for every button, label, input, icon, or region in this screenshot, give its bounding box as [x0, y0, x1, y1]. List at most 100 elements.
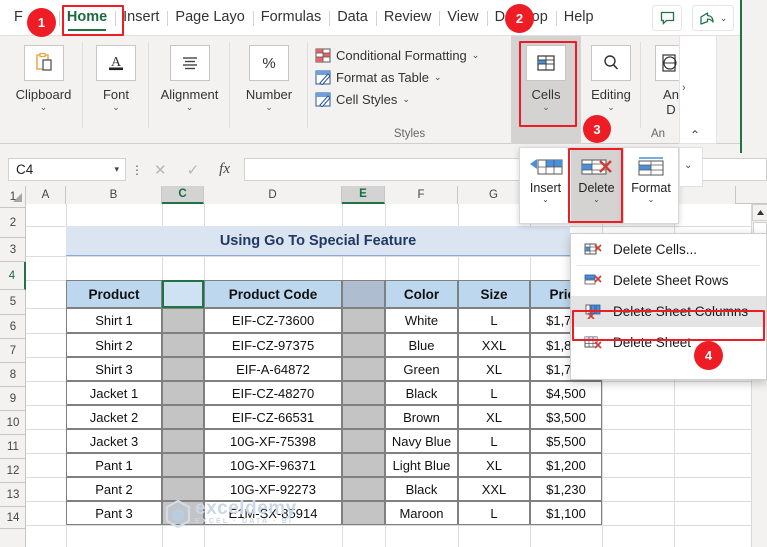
table-row[interactable]: XL: [458, 405, 530, 429]
insert-button[interactable]: Insert ⌄: [520, 148, 571, 223]
table-row[interactable]: L: [458, 381, 530, 405]
table-row[interactable]: EIF-CZ-66531: [204, 405, 342, 429]
chevron-right-icon[interactable]: ›: [682, 82, 686, 94]
table-row[interactable]: [342, 333, 385, 357]
table-row[interactable]: EIF-CZ-73600: [204, 308, 342, 333]
table-row[interactable]: Black: [385, 381, 458, 405]
row-header-1[interactable]: 1: [0, 186, 26, 208]
tab-review[interactable]: Review: [376, 5, 440, 35]
row-header-3[interactable]: 3: [0, 238, 26, 262]
row-header-13[interactable]: 13: [0, 483, 26, 507]
editing-button[interactable]: Editing ⌄: [591, 36, 631, 112]
tab-insert[interactable]: Insert: [115, 5, 167, 35]
table-row[interactable]: XXL: [458, 477, 530, 501]
table-header-product[interactable]: Product: [66, 280, 162, 308]
row-header-6[interactable]: 6: [0, 315, 26, 339]
chevron-down-icon[interactable]: ⌄: [112, 103, 120, 112]
table-row[interactable]: [162, 308, 204, 333]
table-row[interactable]: [342, 429, 385, 453]
menu-item-delete-sheet-rows[interactable]: Delete Sheet Rows: [571, 265, 766, 296]
table-row[interactable]: EIF-CZ-97375: [204, 333, 342, 357]
column-header-c[interactable]: C: [162, 186, 204, 204]
table-row[interactable]: Pant 2: [66, 477, 162, 501]
fx-icon[interactable]: fx: [219, 161, 230, 178]
table-row[interactable]: E1M-SX-85914: [204, 501, 342, 525]
cell-styles-button[interactable]: Cell Styles ⌄: [314, 88, 479, 110]
table-row[interactable]: L: [458, 308, 530, 333]
row-header-10[interactable]: 10: [0, 411, 26, 435]
menu-item-delete-sheet[interactable]: Delete Sheet: [571, 327, 766, 358]
table-row[interactable]: [342, 405, 385, 429]
row-header-7[interactable]: 7: [0, 339, 26, 363]
table-row[interactable]: Shirt 3: [66, 357, 162, 381]
row-header-8[interactable]: 8: [0, 363, 26, 387]
ribbon-group-cells[interactable]: Cells ⌄: [511, 36, 581, 144]
format-as-table-button[interactable]: Format as Table ⌄: [314, 66, 479, 88]
chevron-down-icon[interactable]: ⌄: [648, 195, 655, 205]
table-row[interactable]: [342, 453, 385, 477]
table-row[interactable]: $1,200: [530, 453, 602, 477]
chevron-down-icon-flyout[interactable]: ⌄: [684, 160, 692, 171]
row-header-9[interactable]: 9: [0, 387, 26, 411]
table-row[interactable]: Pant 3: [66, 501, 162, 525]
table-row[interactable]: L: [458, 429, 530, 453]
check-icon[interactable]: ✓: [187, 161, 200, 179]
tab-help[interactable]: Help: [556, 5, 602, 35]
chevron-down-icon[interactable]: ⌄: [265, 103, 273, 112]
table-row[interactable]: Jacket 2: [66, 405, 162, 429]
tab-home[interactable]: Home: [59, 5, 115, 35]
chevron-down-icon[interactable]: ⌄: [542, 103, 550, 112]
format-button[interactable]: Format ⌄: [624, 148, 678, 205]
number-button[interactable]: % Number ⌄: [246, 36, 292, 112]
tab-formulas[interactable]: Formulas: [253, 5, 329, 35]
table-row[interactable]: XXL: [458, 333, 530, 357]
table-row[interactable]: $4,500: [530, 381, 602, 405]
row-header-2[interactable]: 2: [0, 208, 26, 238]
table-row[interactable]: [162, 501, 204, 525]
table-row[interactable]: Black: [385, 477, 458, 501]
column-header-a[interactable]: A: [26, 186, 66, 204]
table-row[interactable]: Blue: [385, 333, 458, 357]
clipboard-button[interactable]: Clipboard ⌄: [16, 36, 72, 112]
more-options-icon[interactable]: ⋮: [126, 163, 148, 177]
table-row[interactable]: XL: [458, 453, 530, 477]
chevron-down-icon[interactable]: ⌄: [186, 103, 194, 112]
column-header-d[interactable]: D: [204, 186, 342, 204]
column-header-f[interactable]: F: [385, 186, 458, 204]
table-row[interactable]: $3,500: [530, 405, 602, 429]
table-row[interactable]: White: [385, 308, 458, 333]
table-row[interactable]: [342, 357, 385, 381]
chevron-down-icon[interactable]: ⌄: [542, 195, 549, 205]
table-row[interactable]: L: [458, 501, 530, 525]
table-row[interactable]: [162, 381, 204, 405]
table-row[interactable]: [162, 477, 204, 501]
row-header-11[interactable]: 11: [0, 435, 26, 459]
table-row[interactable]: Shirt 1: [66, 308, 162, 333]
table-row[interactable]: 10G-XF-96371: [204, 453, 342, 477]
alignment-button[interactable]: Alignment ⌄: [161, 36, 219, 112]
table-row[interactable]: Brown: [385, 405, 458, 429]
table-row[interactable]: [162, 453, 204, 477]
table-row[interactable]: [342, 381, 385, 405]
table-row[interactable]: [162, 357, 204, 381]
table-row[interactable]: [162, 429, 204, 453]
comment-icon[interactable]: [652, 5, 682, 31]
table-header-product-code[interactable]: Product Code: [204, 280, 342, 308]
table-row[interactable]: Light Blue: [385, 453, 458, 477]
row-header-4[interactable]: 4: [0, 262, 26, 290]
table-row[interactable]: [162, 333, 204, 357]
active-cell-c4[interactable]: [162, 280, 204, 308]
row-header-12[interactable]: 12: [0, 459, 26, 483]
table-row[interactable]: Navy Blue: [385, 429, 458, 453]
table-header-color[interactable]: Color: [385, 280, 458, 308]
table-row[interactable]: $1,100: [530, 501, 602, 525]
table-row[interactable]: Green: [385, 357, 458, 381]
table-row[interactable]: Jacket 3: [66, 429, 162, 453]
menu-item-delete-cells[interactable]: Delete Cells...: [571, 234, 766, 265]
table-row[interactable]: 10G-XF-92273: [204, 477, 342, 501]
table-row[interactable]: $5,500: [530, 429, 602, 453]
table-row[interactable]: [342, 477, 385, 501]
column-header-e[interactable]: E: [342, 186, 385, 204]
name-box[interactable]: C4 ▾: [8, 158, 126, 181]
chevron-up-icon-2[interactable]: ⌃: [690, 128, 700, 142]
